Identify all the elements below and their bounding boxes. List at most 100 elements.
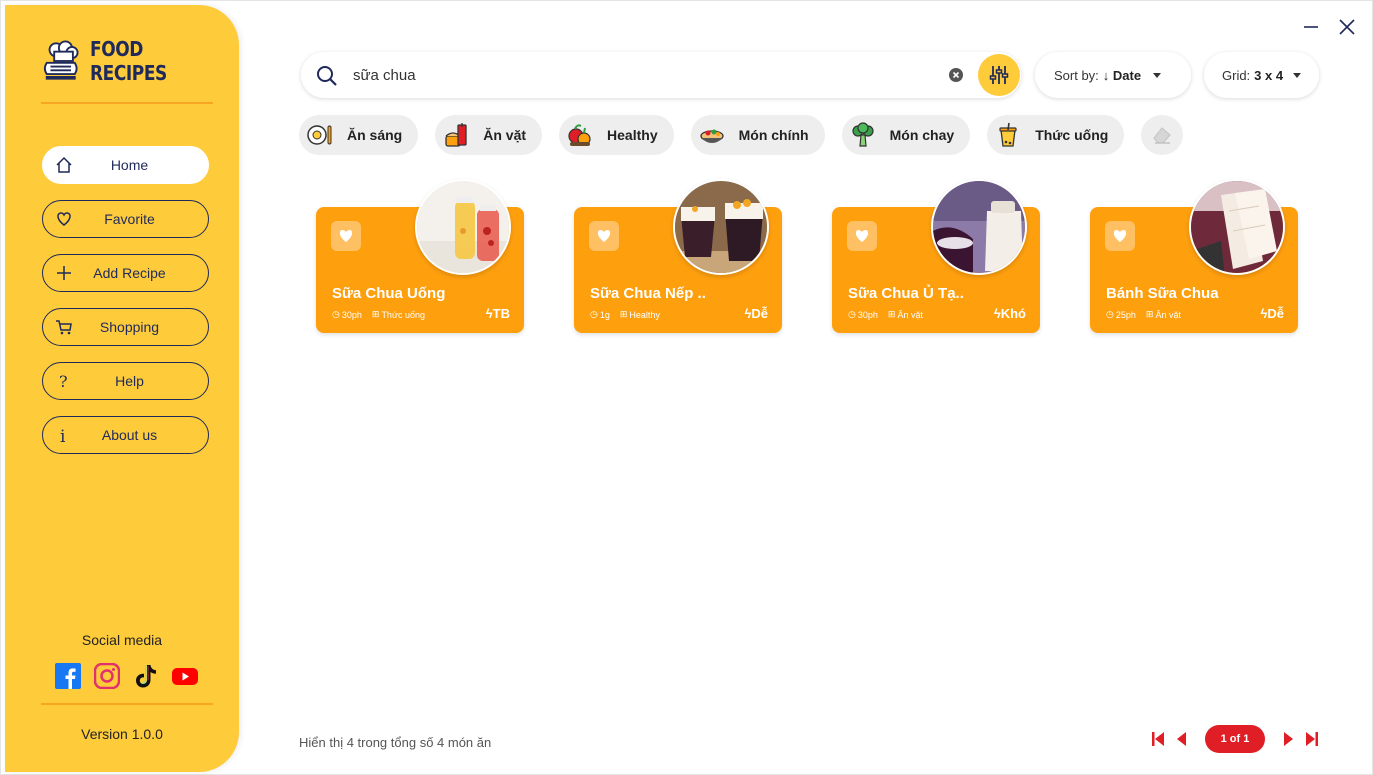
- favorite-toggle[interactable]: [847, 221, 877, 251]
- category-chip-main-dish[interactable]: Món chính: [690, 115, 825, 155]
- question-icon: ?: [59, 372, 68, 390]
- recipe-time: 1g: [599, 309, 610, 320]
- favorite-toggle[interactable]: [1105, 221, 1135, 251]
- recipe-time: 30ph: [341, 309, 362, 320]
- info-icon: i: [60, 427, 66, 444]
- youtube-icon[interactable]: [172, 663, 198, 689]
- recipe-difficulty: ϟKhó: [993, 306, 1026, 321]
- heart-icon: [855, 230, 869, 242]
- brand-name: FOOD RECIPES: [90, 37, 168, 85]
- recipe-difficulty: ϟDễ: [744, 306, 768, 321]
- category-chip-drinks[interactable]: Thức uống: [987, 115, 1125, 155]
- recipe-difficulty: ϟDễ: [1260, 306, 1284, 321]
- close-icon[interactable]: [1337, 17, 1357, 37]
- sidebar-item-shopping[interactable]: Shopping: [42, 308, 209, 346]
- divider: [41, 703, 213, 705]
- app-window: FOOD RECIPES Home Favorite Add Recipe Sh…: [0, 0, 1373, 775]
- home-icon: [56, 156, 72, 173]
- pagination: 1 of 1: [1151, 725, 1319, 753]
- category-chip-snack[interactable]: Ăn vặt: [435, 115, 543, 155]
- category-label: Ăn sáng: [347, 127, 403, 143]
- snack-icon: [445, 123, 467, 147]
- svg-text:i: i: [60, 427, 66, 444]
- sort-dropdown[interactable]: Sort by: ↓ Date: [1035, 52, 1191, 98]
- category-label: Thức uống: [1035, 127, 1109, 143]
- filter-button[interactable]: [978, 54, 1020, 96]
- recipe-meta: ◷ 30ph ⊞ Thức uống: [332, 309, 425, 320]
- sidebar-item-add-recipe[interactable]: Add Recipe: [42, 254, 209, 292]
- sidebar-item-help[interactable]: ? Help: [42, 362, 209, 400]
- chef-hat-book-icon: [43, 40, 79, 80]
- minimize-icon[interactable]: [1301, 17, 1321, 37]
- chevron-down-icon: [1153, 72, 1162, 78]
- main-dish-icon: [699, 129, 724, 143]
- tiktok-icon[interactable]: [133, 663, 159, 689]
- app-version: Version 1.0.0: [81, 726, 163, 742]
- recipe-time: 30ph: [857, 309, 878, 320]
- clock-icon: ◷: [1106, 309, 1114, 319]
- recipe-photo: [931, 179, 1027, 275]
- sidebar-nav: Home Favorite Add Recipe Shopping ? Help…: [42, 146, 209, 470]
- search-input[interactable]: [353, 63, 933, 87]
- recipe-meta: ◷ 25ph ⊞ Ăn vặt: [1106, 309, 1181, 320]
- grid-value: 3 x 4: [1254, 67, 1284, 83]
- recipe-category: Healthy: [629, 309, 660, 320]
- results-summary: Hiển thị 4 trong tổng số 4 món ăn: [299, 735, 492, 750]
- category-chip-healthy[interactable]: Healthy: [559, 115, 674, 155]
- sort-label: Sort by:: [1054, 67, 1099, 83]
- category-icon: ⊞: [371, 309, 380, 319]
- recipe-card[interactable]: Sữa Chua Nếp .. ◷ 1g ⊞ Healthy ϟDễ: [574, 179, 782, 333]
- recipe-title: Bánh Sữa Chua: [1106, 285, 1219, 302]
- sidebar-item-home[interactable]: Home: [42, 146, 209, 184]
- category-chip-breakfast[interactable]: Ăn sáng: [299, 115, 419, 155]
- facebook-icon[interactable]: [55, 663, 81, 689]
- category-label: Healthy: [607, 127, 658, 143]
- last-page-icon[interactable]: [1305, 731, 1319, 747]
- heart-icon: [57, 212, 71, 226]
- sidebar-item-about-us[interactable]: i About us: [42, 416, 209, 454]
- sidebar: FOOD RECIPES Home Favorite Add Recipe Sh…: [5, 5, 239, 772]
- next-page-icon[interactable]: [1281, 731, 1295, 747]
- sidebar-item-favorite[interactable]: Favorite: [42, 200, 209, 238]
- search-icon: [317, 66, 337, 86]
- svg-text:?: ?: [59, 372, 68, 390]
- heart-icon: [339, 230, 353, 242]
- clock-icon: ◷: [332, 309, 340, 319]
- page-indicator: 1 of 1: [1205, 725, 1265, 753]
- sliders-icon: [989, 66, 1009, 84]
- heart-icon: [1113, 230, 1127, 242]
- recipe-category: Ăn vặt: [1155, 309, 1181, 320]
- recipe-title: Sữa Chua Ủ Tạ..: [848, 285, 964, 302]
- grid-dropdown[interactable]: Grid: 3 x 4: [1204, 52, 1319, 98]
- recipe-photo: [673, 179, 769, 275]
- category-label: Ăn vặt: [483, 127, 527, 143]
- category-filters: Ăn sáng Ăn vặt Healthy Món chính Món cha…: [299, 115, 1184, 155]
- clock-icon: ◷: [848, 309, 856, 319]
- clear-filters-button[interactable]: [1141, 115, 1184, 155]
- instagram-icon[interactable]: [93, 662, 121, 690]
- recipe-difficulty: ϟTB: [485, 306, 510, 321]
- clear-search-icon[interactable]: [949, 68, 963, 82]
- previous-page-icon[interactable]: [1175, 731, 1189, 747]
- grid-label: Grid:: [1222, 67, 1251, 83]
- divider: [41, 102, 213, 104]
- recipe-card[interactable]: Sữa Chua Ủ Tạ.. ◷ 30ph ⊞ Ăn vặt ϟKhó: [832, 179, 1040, 333]
- recipe-photo: [1189, 179, 1285, 275]
- category-chip-vegetarian[interactable]: Món chay: [841, 115, 971, 155]
- recipe-category: Thức uống: [381, 309, 425, 320]
- brand: FOOD RECIPES: [43, 37, 239, 85]
- category-icon: ⊞: [1145, 309, 1154, 319]
- recipe-category: Ăn vặt: [897, 309, 923, 320]
- recipe-time: 25ph: [1115, 309, 1136, 320]
- first-page-icon[interactable]: [1151, 731, 1165, 747]
- recipe-meta: ◷ 30ph ⊞ Ăn vặt: [848, 309, 923, 320]
- recipe-card[interactable]: Bánh Sữa Chua ◷ 25ph ⊞ Ăn vặt ϟDễ: [1090, 179, 1298, 333]
- lightning-icon: ϟ: [993, 306, 1001, 321]
- recipe-card[interactable]: Sữa Chua Uống ◷ 30ph ⊞ Thức uống ϟTB: [316, 179, 524, 333]
- cart-icon: [56, 320, 72, 335]
- favorite-toggle[interactable]: [589, 221, 619, 251]
- sort-value: ↓ Date: [1102, 67, 1142, 83]
- favorite-toggle[interactable]: [331, 221, 361, 251]
- category-label: Món chính: [738, 127, 809, 143]
- vegetables-icon: [568, 124, 591, 146]
